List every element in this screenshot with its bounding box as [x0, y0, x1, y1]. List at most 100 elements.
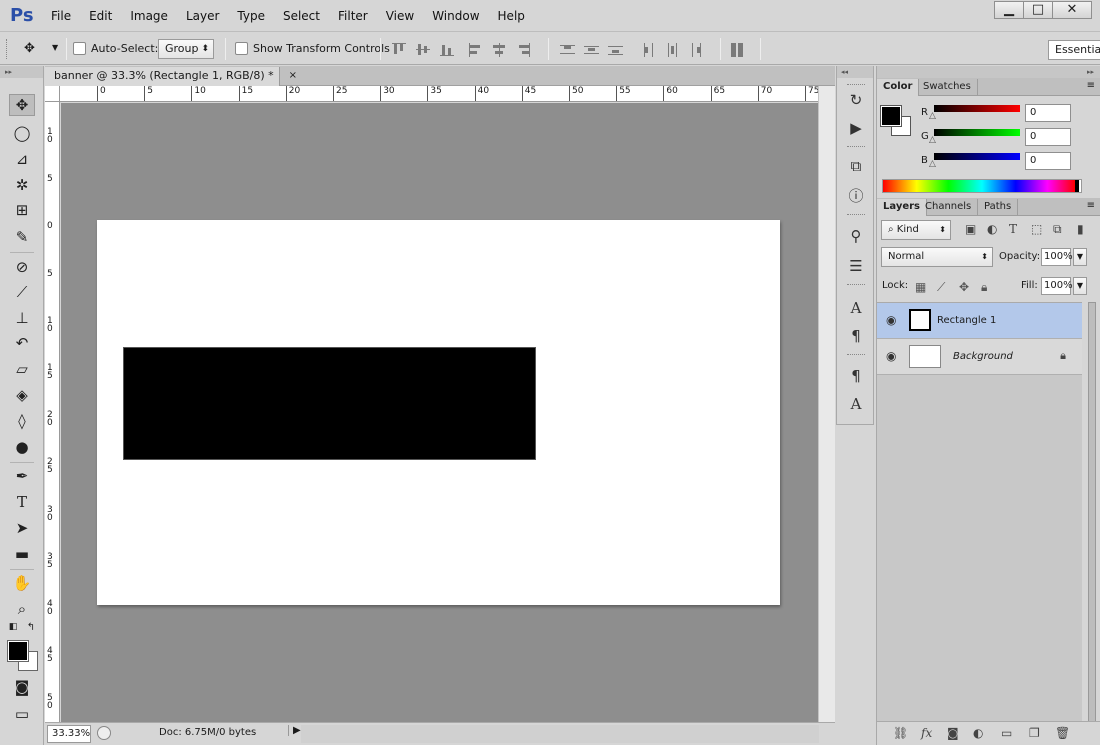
history-panel-icon[interactable]: ↻ [846, 90, 866, 110]
filter-type-icon[interactable]: T [1009, 222, 1017, 236]
swap-colors-button[interactable]: ↰ [24, 620, 38, 634]
document-size-info[interactable]: Doc: 6.75M/0 bytes [159, 727, 256, 738]
type-tool[interactable]: T [9, 491, 35, 513]
lock-all-icon[interactable]: 🔒︎ [981, 280, 987, 295]
foreground-color-front[interactable] [7, 640, 29, 662]
new-adjustment-layer-icon[interactable]: ◐ [973, 726, 983, 740]
filter-adjustment-icon[interactable]: ◐ [987, 222, 997, 236]
layer-row-background[interactable]: ◉ Background 🔒︎ [877, 339, 1082, 375]
vertical-ruler[interactable]: 1050510152025303540455055 [45, 102, 60, 722]
red-value-input[interactable]: 0 [1025, 104, 1071, 122]
show-transform-checkbox[interactable] [235, 42, 248, 55]
layer-style-fx-icon[interactable]: fx [921, 726, 932, 740]
red-slider[interactable] [934, 105, 1020, 112]
workspace-switcher[interactable]: Essential [1048, 40, 1100, 60]
distribute-top-edges-icon[interactable] [558, 42, 582, 58]
strip-header[interactable]: ◂◂ [837, 66, 873, 78]
menu-file[interactable]: File [42, 9, 80, 23]
align-vertical-centers-icon[interactable] [414, 42, 438, 58]
default-colors-button[interactable]: ◧ [6, 620, 20, 634]
vertical-scrollbar[interactable] [818, 86, 835, 722]
tab-paths[interactable]: Paths [978, 199, 1019, 216]
strip-grip[interactable] [847, 146, 865, 149]
zoom-tool[interactable]: ⌕ [9, 598, 35, 620]
strip-grip[interactable] [847, 214, 865, 217]
fill-dropdown-button[interactable]: ▼ [1073, 277, 1087, 295]
history-brush-tool[interactable]: ↶ [9, 332, 35, 354]
fill-input[interactable]: 100% [1041, 277, 1073, 295]
black-rectangle-shape[interactable] [123, 347, 536, 460]
canvas-workspace[interactable] [61, 103, 818, 722]
new-group-folder-icon[interactable]: ▭ [1001, 726, 1012, 740]
strip-grip[interactable] [847, 284, 865, 287]
brush-tool[interactable]: ⟋ [9, 281, 35, 303]
tab-swatches[interactable]: Swatches [917, 79, 978, 96]
menu-edit[interactable]: Edit [80, 9, 121, 23]
tools-panel-header[interactable]: ▸▸ [0, 66, 43, 78]
eyedropper-tool[interactable]: ✎ [9, 226, 35, 248]
tab-channels[interactable]: Channels [919, 199, 979, 216]
opacity-dropdown-button[interactable]: ▼ [1073, 248, 1087, 266]
align-bottom-edges-icon[interactable] [438, 42, 462, 58]
paragraph-styles-icon[interactable]: ¶ [846, 366, 866, 386]
healing-brush-tool[interactable]: ⊘ [9, 256, 35, 278]
horizontal-ruler[interactable]: 0 5 10 15 20 25 30 35 40 45 50 55 60 65 70 75 [60, 86, 818, 102]
distribute-horizontal-centers-icon[interactable] [664, 42, 688, 58]
document-canvas[interactable] [97, 220, 780, 605]
auto-align-layers-icon[interactable] [728, 42, 752, 58]
status-menu-arrow-icon[interactable]: ▶ [288, 725, 301, 736]
quick-mask-button[interactable]: ◙ [9, 676, 35, 698]
menu-window[interactable]: Window [423, 9, 488, 23]
maximize-button[interactable]: □ [1023, 1, 1053, 19]
green-slider-thumb[interactable]: △ [929, 135, 936, 145]
lock-image-pixels-icon[interactable]: ⟋ [937, 280, 945, 295]
paint-bucket-tool[interactable]: ◈ [9, 384, 35, 406]
delete-layer-trash-icon[interactable]: 🗑︎ [1055, 726, 1070, 740]
visibility-eye-icon[interactable]: ◉ [886, 313, 896, 327]
distribute-vertical-centers-icon[interactable] [582, 42, 606, 58]
marquee-tool[interactable]: ◯ [9, 122, 35, 144]
clone-stamp-tool[interactable]: ⊥ [9, 307, 35, 329]
lock-transparent-pixels-icon[interactable]: ▦ [915, 280, 926, 294]
menu-filter[interactable]: Filter [329, 9, 377, 23]
red-slider-thumb[interactable]: △ [929, 111, 936, 121]
3d-panel-icon[interactable]: ⧉ [846, 156, 866, 176]
eraser-tool[interactable]: ▱ [9, 358, 35, 380]
actions-panel-icon[interactable]: ▶ [846, 118, 866, 138]
info-panel-icon[interactable]: ⓘ [846, 186, 866, 206]
paragraph-panel-icon[interactable]: ¶ [846, 326, 866, 346]
character-styles-icon[interactable]: A [846, 394, 866, 414]
align-right-edges-icon[interactable] [514, 42, 538, 58]
layers-scrollbar[interactable] [1088, 302, 1096, 722]
menu-layer[interactable]: Layer [177, 9, 228, 23]
auto-select-checkbox[interactable] [73, 42, 86, 55]
screen-mode-button[interactable]: ▭ [9, 703, 35, 725]
color-panel-menu-icon[interactable]: ≡ [1087, 80, 1095, 91]
menu-select[interactable]: Select [274, 9, 329, 23]
menu-type[interactable]: Type [228, 9, 274, 23]
rectangle-tool[interactable]: ▬ [9, 543, 35, 565]
strip-grip[interactable] [847, 354, 865, 357]
filter-toggle-icon[interactable]: ▮ [1077, 222, 1084, 236]
character-panel-icon[interactable]: A [846, 298, 866, 318]
visibility-eye-icon[interactable]: ◉ [886, 349, 896, 363]
ruler-origin[interactable] [45, 86, 60, 102]
tab-close-icon[interactable]: × [289, 67, 297, 85]
distribute-right-edges-icon[interactable] [688, 42, 712, 58]
filter-pixel-icon[interactable]: ▣ [965, 222, 976, 236]
tab-color[interactable]: Color [877, 79, 920, 96]
document-tab[interactable]: banner @ 33.3% (Rectangle 1, RGB/8) * × [45, 67, 297, 86]
blend-mode-dropdown[interactable]: Normal ⬍ [881, 247, 993, 267]
magic-wand-tool[interactable]: ✲ [9, 174, 35, 196]
add-mask-icon[interactable]: ◙ [947, 726, 959, 740]
sponge-tool[interactable]: ● [9, 436, 35, 458]
move-tool[interactable]: ✥ [9, 94, 35, 116]
menu-help[interactable]: Help [489, 9, 534, 23]
horizontal-scrollbar[interactable] [301, 725, 819, 743]
green-value-input[interactable]: 0 [1025, 128, 1071, 146]
brush-panel-icon[interactable]: ☰ [846, 256, 866, 276]
layer-row-rectangle-1[interactable]: ◉ Rectangle 1 [877, 303, 1082, 339]
blue-slider-thumb[interactable]: △ [929, 159, 936, 169]
hand-tool[interactable]: ✋ [9, 572, 35, 594]
align-horizontal-centers-icon[interactable] [490, 42, 514, 58]
